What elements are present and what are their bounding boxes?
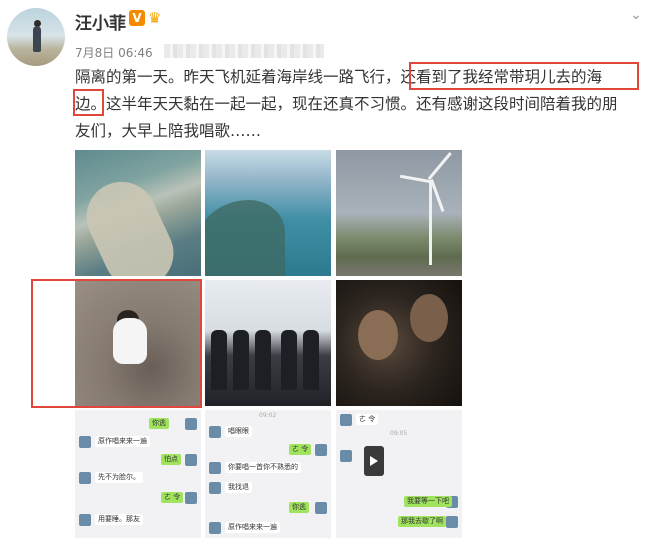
text-highlight-box — [73, 89, 104, 116]
post-text-line: 边。这半年天天黏在一起一起，现在还真不习惯。还有感谢这段时间陪着我的朋 — [75, 95, 618, 113]
chat-bubble: 先不为脸尔。 — [95, 472, 143, 483]
chat-bubble: 我找退 — [225, 482, 252, 493]
chat-bubble: 唱眼眼 — [225, 426, 252, 437]
chat-bubble: 那我去歇了啊 — [398, 516, 446, 527]
chat-bubble: 怕点 — [161, 454, 181, 465]
user-name[interactable]: 汪小菲 — [75, 9, 126, 34]
chat-bubble: 你要唱一首你不熟悉的 — [225, 462, 301, 473]
chat-bubble: 原作唱来来一遍 — [95, 436, 150, 447]
photo-chat-screenshot[interactable]: 你逃 原作唱来来一遍 怕点 先不为脸尔。 ㄜ 令 用要睡。那友 — [75, 410, 201, 538]
chat-bubble: 用要睡。那友 — [95, 514, 143, 525]
chat-bubble: ㄜ 令 — [356, 414, 379, 425]
chevron-down-icon[interactable]: ⌄ — [627, 6, 645, 24]
chat-bubble: ㄜ 令 — [161, 492, 184, 503]
chat-bubble: 你逃 — [149, 418, 169, 429]
weibo-post: 汪小菲 V ♛ ⌄ 7月8日 06:46 隔离的第一天。昨天飞机延着海岸线一路飞… — [0, 0, 659, 551]
video-message[interactable] — [364, 446, 384, 476]
photo-chat-screenshot[interactable]: 09:05 ㄜ 令 我要等一下吧 那我去歇了啊 — [336, 410, 462, 538]
text-highlight-box — [409, 62, 639, 90]
photo-highlight-box — [31, 279, 202, 408]
post-date[interactable]: 7月8日 06:46 — [75, 44, 153, 61]
crown-icon: ♛ — [148, 9, 162, 27]
chat-bubble: 我要等一下吧 — [404, 496, 452, 507]
verified-icon: V — [129, 10, 145, 26]
photo-aerial-coast[interactable] — [75, 150, 201, 276]
chat-bubble: ㄜ 令 — [289, 444, 312, 455]
photo-group-friends[interactable] — [205, 280, 331, 406]
photo-wind-turbine[interactable] — [336, 150, 462, 276]
avatar[interactable] — [7, 8, 65, 66]
post-text-line: 友们，大早上陪我唱歌…… — [75, 122, 262, 140]
photo-selfie[interactable] — [336, 280, 462, 406]
chat-bubble: 你逃 — [289, 502, 309, 513]
blurred-source — [164, 44, 324, 58]
chat-bubble: 原作唱来来一遍 — [225, 522, 280, 533]
photo-aerial-sea[interactable] — [205, 150, 331, 276]
play-icon — [370, 456, 378, 466]
chat-time: 09:05 — [390, 430, 408, 437]
chat-time: 09:02 — [259, 412, 277, 419]
photo-chat-screenshot[interactable]: 09:02 唱眼眼 ㄜ 令 你要唱一首你不熟悉的 我找退 你逃 原作唱来来一遍 — [205, 410, 331, 538]
avatar-person-body — [33, 26, 41, 52]
